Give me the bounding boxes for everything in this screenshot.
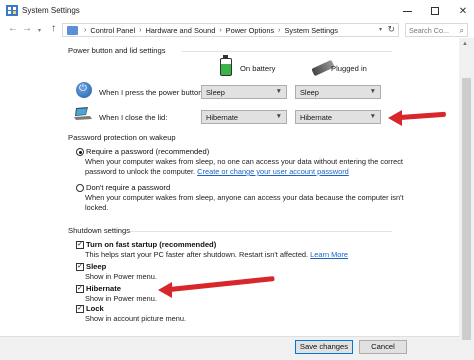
power-button-on-battery-select[interactable]: Sleep ▼ [201,85,287,99]
close-button[interactable]: ✕ [448,0,474,22]
battery-icon [220,55,232,76]
column-header-on-battery: On battery [240,64,276,73]
address-bar[interactable]: › Control Panel › Hardware and Sound › P… [62,23,399,37]
minimize-icon [402,10,412,12]
chevron-down-icon: ▼ [275,113,282,120]
fast-startup-checkbox[interactable]: ✓ [76,241,84,249]
require-password-label[interactable]: Require a password (recommended) [86,147,209,156]
no-password-label[interactable]: Don't require a password [86,183,170,192]
change-password-link[interactable]: Create or change your user account passw… [197,167,349,176]
scrollbar-thumb[interactable] [462,78,471,340]
save-changes-button[interactable]: Save changes [295,340,353,354]
sleep-label[interactable]: Sleep [86,262,106,271]
chevron-right-icon: › [219,26,222,34]
chevron-down-icon: ▼ [369,113,376,120]
hibernate-label[interactable]: Hibernate [86,284,121,293]
power-button-label: When I press the power button: [99,88,205,97]
section-title-shutdown: Shutdown settings [68,226,131,235]
column-header-plugged-in: Plugged in [331,64,367,73]
maximize-icon [431,7,439,15]
section-divider [182,51,392,52]
lock-checkbox[interactable]: ✓ [76,305,84,313]
learn-more-link[interactable]: Learn More [310,250,348,259]
chevron-right-icon: › [139,26,142,34]
select-value: Hibernate [300,113,333,122]
no-password-desc-line2: locked. [85,203,109,212]
section-divider [130,231,392,232]
require-password-desc-line1: When your computer wakes from sleep, no … [85,157,403,166]
title-bar: System Settings ✕ [0,0,474,22]
lock-desc: Show in account picture menu. [85,314,187,323]
breadcrumb-hardware-and-sound[interactable]: Hardware and Sound [145,26,215,35]
breadcrumb-power-options[interactable]: Power Options [226,26,274,35]
refresh-icon[interactable]: ↻ [387,24,395,35]
maximize-button[interactable] [420,0,450,22]
lock-label[interactable]: Lock [86,304,104,313]
hibernate-checkbox[interactable]: ✓ [76,285,84,293]
up-arrow-icon[interactable]: ↑ [51,23,56,34]
sleep-desc: Show in Power menu. [85,272,157,281]
navigation-bar: ← → ▾ ↑ › Control Panel › Hardware and S… [0,22,474,38]
no-password-radio[interactable] [76,184,84,192]
search-input[interactable]: Search Co... ⌕ [405,23,468,37]
require-password-radio[interactable] [76,148,84,156]
select-value: Hibernate [206,113,239,122]
back-arrow-icon[interactable]: ← [8,23,18,34]
scroll-up-icon[interactable]: ▲ [462,41,468,47]
lid-close-on-battery-select[interactable]: Hibernate ▼ [201,110,287,124]
fast-startup-desc-text: This helps start your PC faster after sh… [85,250,309,259]
control-panel-icon [6,5,18,16]
search-icon: ⌕ [459,26,464,35]
close-icon: ✕ [458,5,468,17]
forward-arrow-icon[interactable]: → [22,23,32,34]
chevron-right-icon: › [84,26,87,34]
section-title-password: Password protection on wakeup [68,133,176,142]
chevron-down-icon: ▼ [275,88,282,95]
select-value: Sleep [206,88,225,97]
fast-startup-desc: This helps start your PC faster after sh… [85,250,348,260]
section-title-power-buttons: Power button and lid settings [68,46,166,55]
hibernate-desc: Show in Power menu. [85,294,157,303]
lid-close-label: When I close the lid: [99,113,168,122]
folder-icon [67,25,78,35]
require-password-desc-text: password to unlock the computer. [85,167,196,176]
chevron-right-icon: › [278,26,281,34]
no-password-desc-line1: When your computer wakes from sleep, any… [85,193,404,202]
chevron-down-icon: ▼ [369,88,376,95]
fast-startup-label[interactable]: Turn on fast startup (recommended) [86,240,216,249]
minimize-button[interactable] [392,0,422,22]
lid-close-plugged-in-select[interactable]: Hibernate ▼ [295,110,381,124]
recent-locations-dropdown-icon[interactable]: ▾ [38,27,41,34]
chevron-down-icon[interactable]: ▾ [379,26,382,33]
power-button-icon [76,82,92,98]
sleep-checkbox[interactable]: ✓ [76,263,84,271]
cancel-button[interactable]: Cancel [359,340,407,354]
require-password-desc-line2: password to unlock the computer. Create … [85,167,349,177]
select-value: Sleep [300,88,319,97]
laptop-lid-icon [74,107,92,120]
vertical-scrollbar[interactable]: ▲ [459,38,474,360]
window-title: System Settings [22,6,80,15]
power-button-plugged-in-select[interactable]: Sleep ▼ [295,85,381,99]
breadcrumb-system-settings[interactable]: System Settings [285,26,338,35]
search-placeholder: Search Co... [409,26,449,35]
breadcrumb-control-panel[interactable]: Control Panel [90,26,135,35]
